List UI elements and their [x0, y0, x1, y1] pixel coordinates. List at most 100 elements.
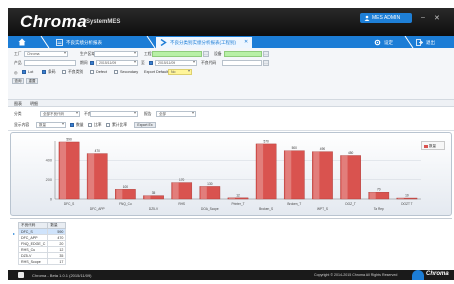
app-logo: Chroma [20, 12, 88, 31]
bar-highlight [257, 143, 264, 199]
data-label: 10 [405, 194, 409, 198]
reset-button[interactable]: 重置 [26, 78, 38, 84]
status-indicator-icon [412, 270, 424, 280]
defect-filter-select[interactable] [90, 111, 138, 117]
x-tick-label: DOZT T [401, 202, 412, 206]
y-tick-label: 200 [46, 178, 52, 182]
chart-panel: 0 200 400 590 DFC_S 470 DFC_APP 100 FNQ_Cu 35 DZ5-… [10, 132, 452, 216]
defect-option[interactable] [90, 70, 94, 74]
equipment-field[interactable] [224, 51, 262, 57]
home-icon[interactable] [18, 38, 26, 46]
to-label: 至 [141, 61, 145, 65]
data-label: 490 [320, 147, 326, 151]
equipment-label: 设备 [214, 52, 222, 56]
x-tick-label: DOZ_T [345, 202, 356, 206]
settings-label: 设定 [384, 40, 393, 45]
area-select[interactable] [94, 51, 138, 57]
defect-code-field[interactable] [222, 60, 262, 66]
barcode-option[interactable] [42, 70, 46, 74]
cell-quantity: 17 [47, 258, 67, 265]
category-select[interactable]: 全部不良代码 [40, 111, 80, 117]
lot-option[interactable] [22, 70, 26, 74]
bar-highlight [228, 197, 235, 199]
option-group-label: ◎ [14, 71, 18, 75]
view-tabs: 图表 明细 [8, 99, 454, 107]
bar-highlight [59, 141, 67, 199]
period-checkbox[interactable] [90, 61, 94, 65]
qty-radio[interactable] [70, 123, 74, 127]
display-label: 显示内容 [14, 123, 30, 127]
bar-highlight [88, 153, 95, 199]
tab-chart[interactable]: 图表 [14, 101, 22, 107]
close-button[interactable]: ✕ [434, 14, 440, 22]
title-bar: Chroma SystemMES MES ADMIN – ✕ [8, 8, 454, 36]
defect-code-lookup-button[interactable]: … [263, 60, 269, 66]
status-brand: Chroma [426, 271, 449, 277]
chevron-right-icon [160, 39, 167, 46]
x-tick-label: Printer_T [231, 202, 244, 206]
chart-legend: 数量 [421, 141, 445, 150]
export-default-select[interactable]: No [168, 69, 192, 75]
data-label: 170 [179, 178, 185, 182]
x-tick-label: Ta Rep [374, 207, 384, 211]
version-text: Chroma - Beta 1.0.1 (2015/11/09) [32, 273, 92, 278]
secondary-option[interactable] [114, 70, 118, 74]
x-tick-label: Broken_T [287, 202, 301, 206]
barcode-label: 条码 [48, 70, 56, 74]
cum-ratio-radio[interactable] [106, 123, 110, 127]
display-bar: 显示内容 数量 数量 比率 累计比率 Export Ex [8, 121, 454, 131]
report-label: 报告 [144, 112, 152, 116]
close-tab-icon[interactable]: ✕ [244, 39, 248, 45]
lot-label: Lot [28, 70, 34, 74]
user-menu-button[interactable]: MES ADMIN [360, 13, 412, 23]
date-to-field[interactable]: 2015/11/09 [155, 60, 197, 66]
bar-highlight [313, 151, 320, 199]
date-from-field[interactable]: 2015/11/09 [96, 60, 138, 66]
defect-class-option[interactable] [62, 70, 66, 74]
display-select[interactable]: 数量 [36, 122, 66, 128]
data-label: 450 [348, 151, 354, 155]
settings-button[interactable]: 设定 [370, 37, 404, 48]
process-lookup-button[interactable]: … [203, 51, 209, 57]
tab-separator-icon [40, 36, 50, 48]
report-icon [56, 39, 63, 46]
bar-highlight [397, 198, 404, 199]
export-button[interactable]: Export Ex [134, 122, 156, 128]
bar-highlight [200, 186, 207, 199]
data-label: 470 [95, 149, 101, 153]
x-tick-label: DZ5-V [149, 207, 159, 211]
bar-highlight [285, 150, 292, 199]
table-row[interactable]: RHS_Scope 17 [17, 258, 67, 265]
tab-defect-analysis[interactable]: 不良实绩分析报表 [52, 37, 146, 48]
app-subtitle: SystemMES [86, 19, 121, 25]
product-field[interactable] [24, 60, 76, 66]
filter-bar: 分类 全部不良代码 不良 报告 全部 [8, 108, 454, 122]
process-label: 工程 [144, 52, 152, 56]
legend-swatch [424, 145, 428, 148]
report-select[interactable]: 全部 [156, 111, 196, 117]
tab-detail[interactable]: 明细 [30, 101, 38, 107]
search-button[interactable]: 查询 [12, 78, 24, 84]
plant-select[interactable]: Chroma [24, 51, 68, 57]
gear-icon [374, 39, 381, 46]
exit-button[interactable]: 退出 [412, 37, 452, 48]
ratio-radio[interactable] [88, 123, 92, 127]
bar-highlight [341, 155, 348, 199]
minimize-button[interactable]: – [421, 14, 425, 21]
product-label: 产品 [14, 61, 22, 65]
process-field[interactable] [152, 51, 202, 57]
equipment-lookup-button[interactable]: … [263, 51, 269, 57]
exit-icon [416, 39, 423, 46]
period-label: 期间 [80, 61, 88, 65]
data-label: 130 [207, 182, 213, 186]
date-to-checkbox[interactable] [149, 61, 153, 65]
bar-highlight [144, 195, 151, 199]
data-label: 570 [263, 139, 269, 143]
export-default-label: Export Default [144, 70, 169, 74]
tab-label: 不良分类别实绩分析报表(工程别) [170, 40, 236, 45]
detail-table-area: ▸ 不良代码 数量 DFC_S 590 DFC_APP 470 FNQ_EDGE_C 20… [10, 218, 452, 268]
tab-defect-by-process[interactable]: 不良分类别实绩分析报表(工程别) [156, 37, 252, 48]
legend-label: 数量 [429, 144, 436, 148]
y-tick-label: 400 [46, 159, 52, 163]
x-tick-label: RHS [178, 202, 185, 206]
